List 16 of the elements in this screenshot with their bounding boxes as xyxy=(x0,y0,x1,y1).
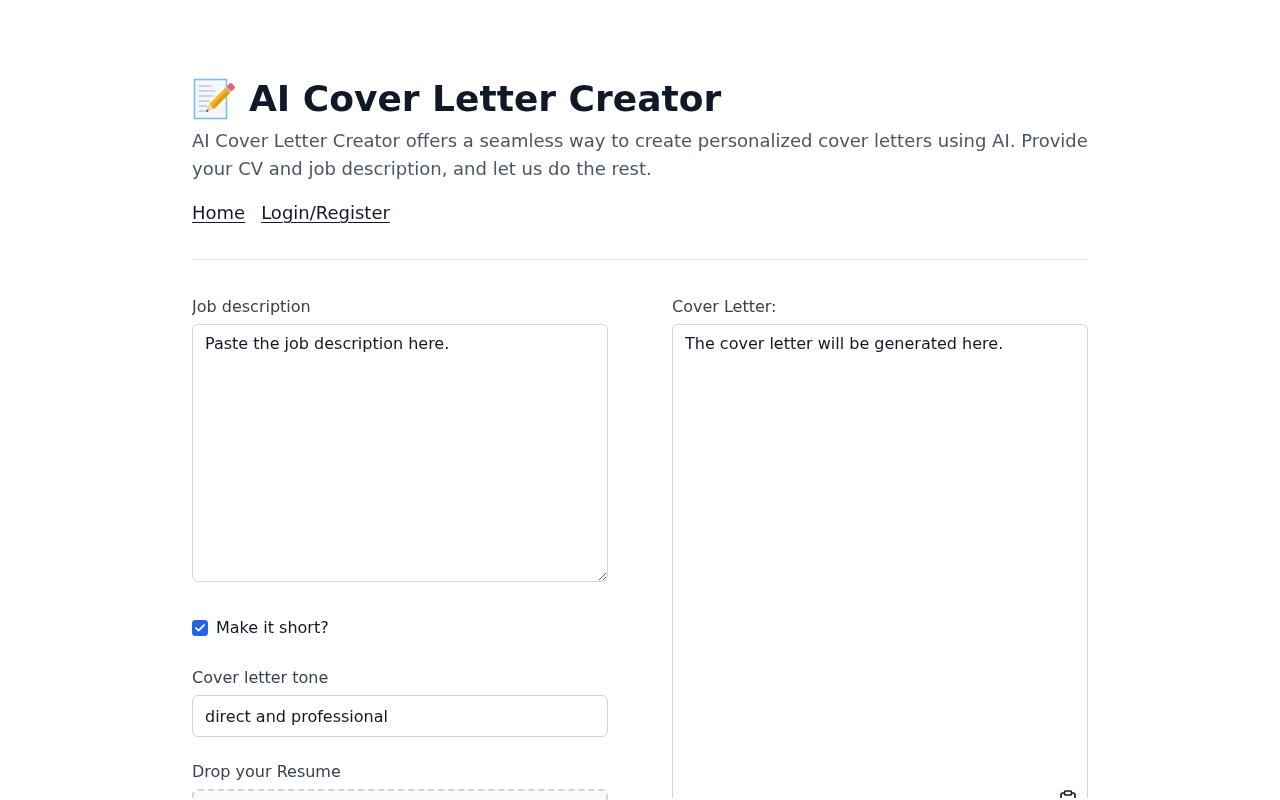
checkbox[interactable] xyxy=(192,620,208,636)
page-title: AI Cover Letter Creator xyxy=(249,79,722,119)
checkbox-label: Make it short? xyxy=(216,617,329,639)
field-label: Cover Letter: xyxy=(672,297,777,317)
cover-letter-field[interactable]: The cover letter will be generated here. xyxy=(672,324,1088,798)
nav-link[interactable]: Login/Register xyxy=(261,199,390,227)
intro-paragraph: AI Cover Letter Creator offers a seamless way to create personalized cover letters using AI. Provide your CV and job description, and let us do the rest. xyxy=(192,129,1088,181)
field-label: Cover letter tone xyxy=(192,668,329,688)
memo-pencil-icon xyxy=(192,77,236,121)
field-label: Drop your Resume xyxy=(192,762,341,782)
field-label: Job description xyxy=(192,297,311,317)
job-description-field[interactable]: Paste the job description here. xyxy=(192,324,608,582)
nav-link[interactable]: Home xyxy=(192,199,246,227)
checkmark-icon xyxy=(195,624,205,632)
tone-input-field[interactable]: direct and professional xyxy=(192,695,608,737)
clipboard-icon[interactable] xyxy=(1059,790,1077,798)
